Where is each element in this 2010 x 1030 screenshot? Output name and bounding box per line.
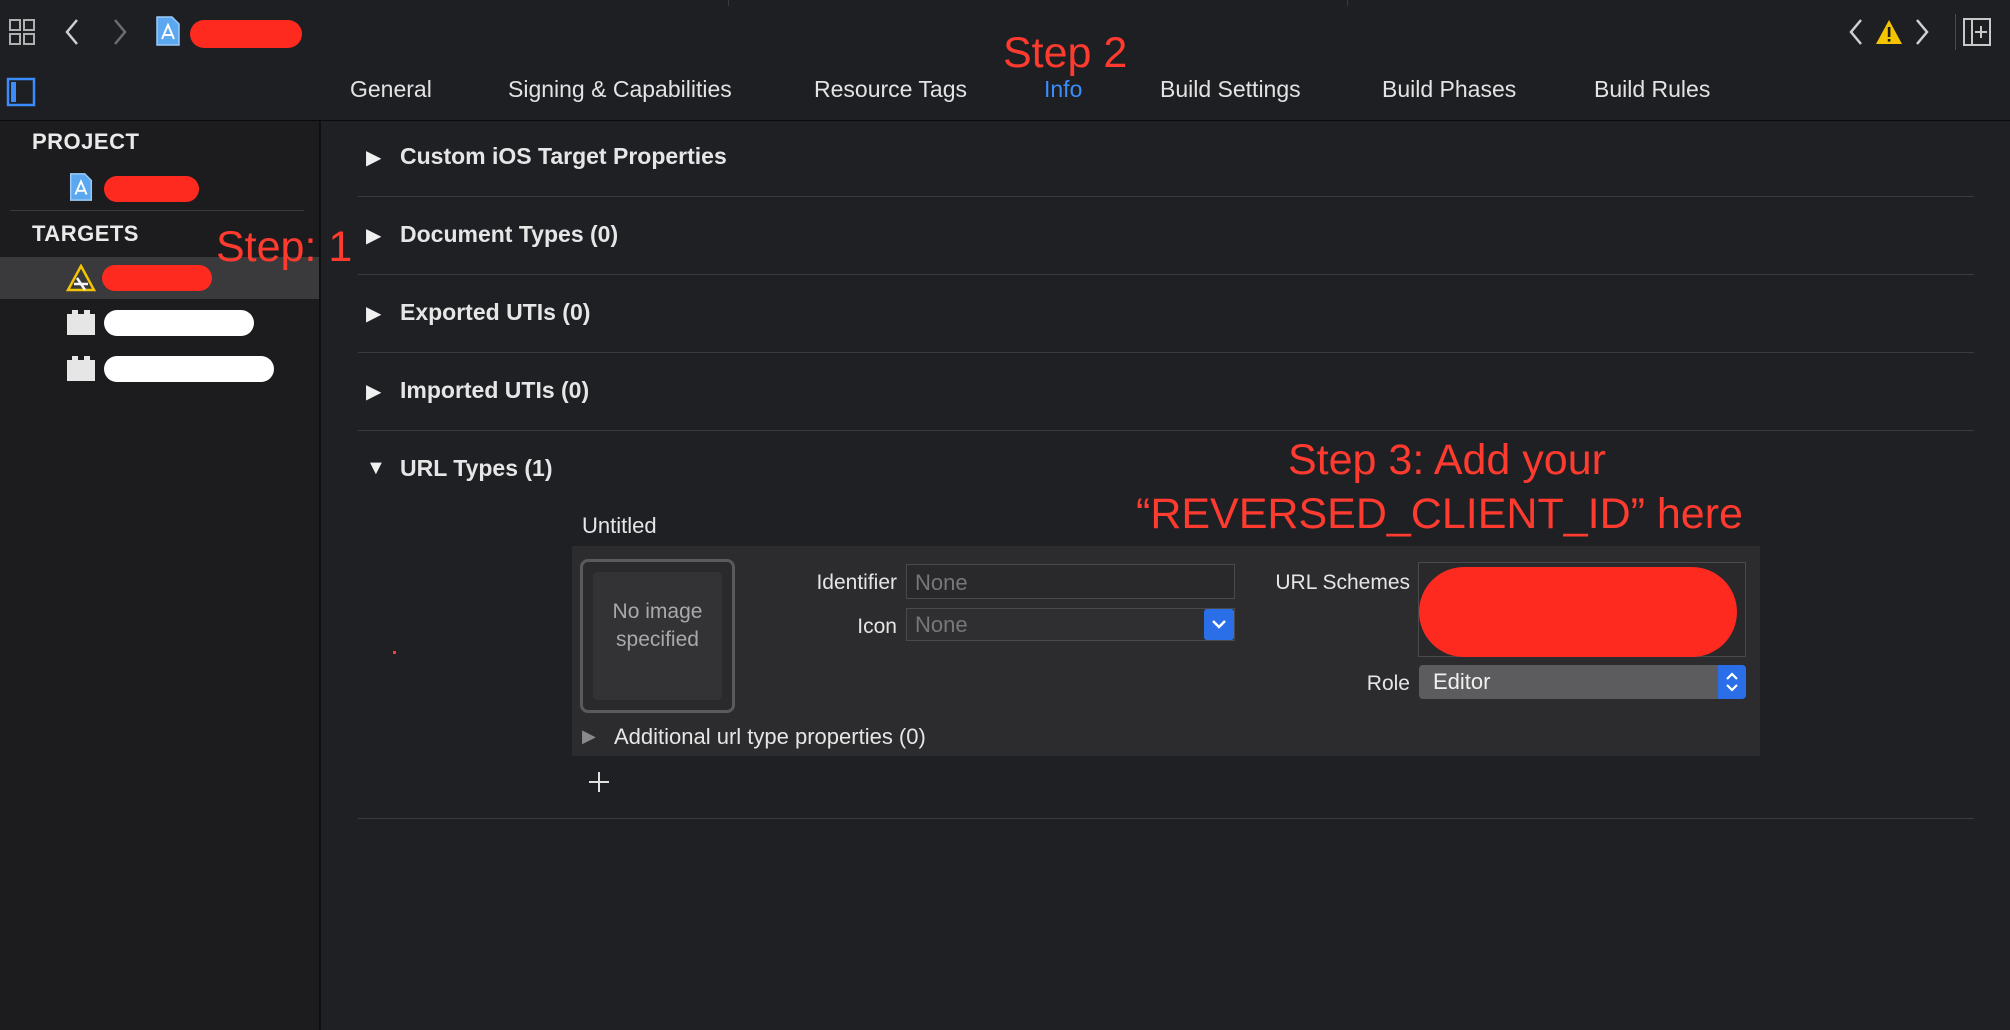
tab-general[interactable]: General [350,76,432,103]
grid-icon[interactable] [8,18,36,46]
project-row[interactable] [68,170,298,206]
identifier-label: Identifier [816,571,897,594]
target-row-framework[interactable] [66,352,286,388]
back-chevron-icon[interactable] [62,17,82,52]
sidebar-divider [10,210,304,211]
identifier-field[interactable]: None [906,564,1235,599]
toolbar-divider [1955,14,1956,50]
annotation-step-2: Step 2 [1003,29,1128,77]
redacted-target-name [104,310,254,336]
icon-popup[interactable]: None [906,608,1235,641]
tab-resource-tags[interactable]: Resource Tags [814,76,967,103]
redacted-project-row-name [104,176,199,202]
annotation-step-3-line1: Step 3: Add your [1288,436,1606,484]
framework-icon [66,310,96,341]
up-down-chevron-icon [1718,665,1746,699]
file-icon [155,15,181,52]
disclosure-right-icon: ▶ [366,225,382,247]
file-icon [68,172,94,207]
section-divider [358,430,1974,431]
annotation-step-3-line2: “REVERSED_CLIENT_ID” here [1136,490,1743,538]
section-divider [358,818,1974,819]
role-label: Role [1366,672,1410,695]
section-divider [358,274,1974,275]
tab-build-phases[interactable]: Build Phases [1382,76,1516,103]
tab-info[interactable]: Info [1044,76,1082,103]
framework-icon [66,356,96,387]
toolbar-divider [1347,0,1348,6]
sidebar-toggle-icon[interactable] [6,77,36,112]
warning-icon[interactable] [1875,19,1903,50]
tab-build-settings[interactable]: Build Settings [1160,76,1301,103]
image-placeholder-text: No image specified [612,600,703,651]
redacted-target-name [104,356,274,382]
role-value: Editor [1433,669,1491,694]
stray-red-dot [393,651,396,654]
back-chevron-icon[interactable] [1846,17,1866,52]
redacted-target-name [102,265,212,291]
toolbar-divider [728,0,729,6]
url-schemes-field[interactable] [1418,562,1746,657]
url-type-image-well[interactable]: No image specified [580,559,735,713]
forward-chevron-icon[interactable] [1912,17,1932,52]
section-divider [358,196,1974,197]
project-section-header: PROJECT [32,129,140,154]
role-popup[interactable]: Editor [1419,665,1746,699]
disclosure-right-icon: ▶ [366,147,382,169]
target-row-framework[interactable] [66,306,266,342]
redacted-project-name [190,20,302,48]
tab-build-rules[interactable]: Build Rules [1594,76,1710,103]
icon-popup-value: None [915,612,968,637]
app-target-icon [65,263,97,297]
icon-label: Icon [857,615,897,638]
redacted-url-scheme [1419,567,1737,657]
url-type-name: Untitled [582,513,657,538]
add-url-type-icon[interactable] [587,770,611,799]
url-schemes-label: URL Schemes [1275,571,1410,594]
chevron-down-icon [1204,609,1234,640]
targets-section-header: TARGETS [32,221,139,246]
disclosure-down-icon: ▼ [366,457,386,479]
forward-chevron-icon[interactable] [110,17,130,52]
disclosure-right-icon: ▶ [582,726,596,746]
annotation-step-1: Step: 1 [216,223,353,271]
disclosure-right-icon: ▶ [366,381,382,403]
section-divider [358,352,1974,353]
tab-signing-capabilities[interactable]: Signing & Capabilities [508,76,732,103]
split-editor-icon[interactable] [1962,17,1992,52]
disclosure-right-icon: ▶ [366,303,382,325]
